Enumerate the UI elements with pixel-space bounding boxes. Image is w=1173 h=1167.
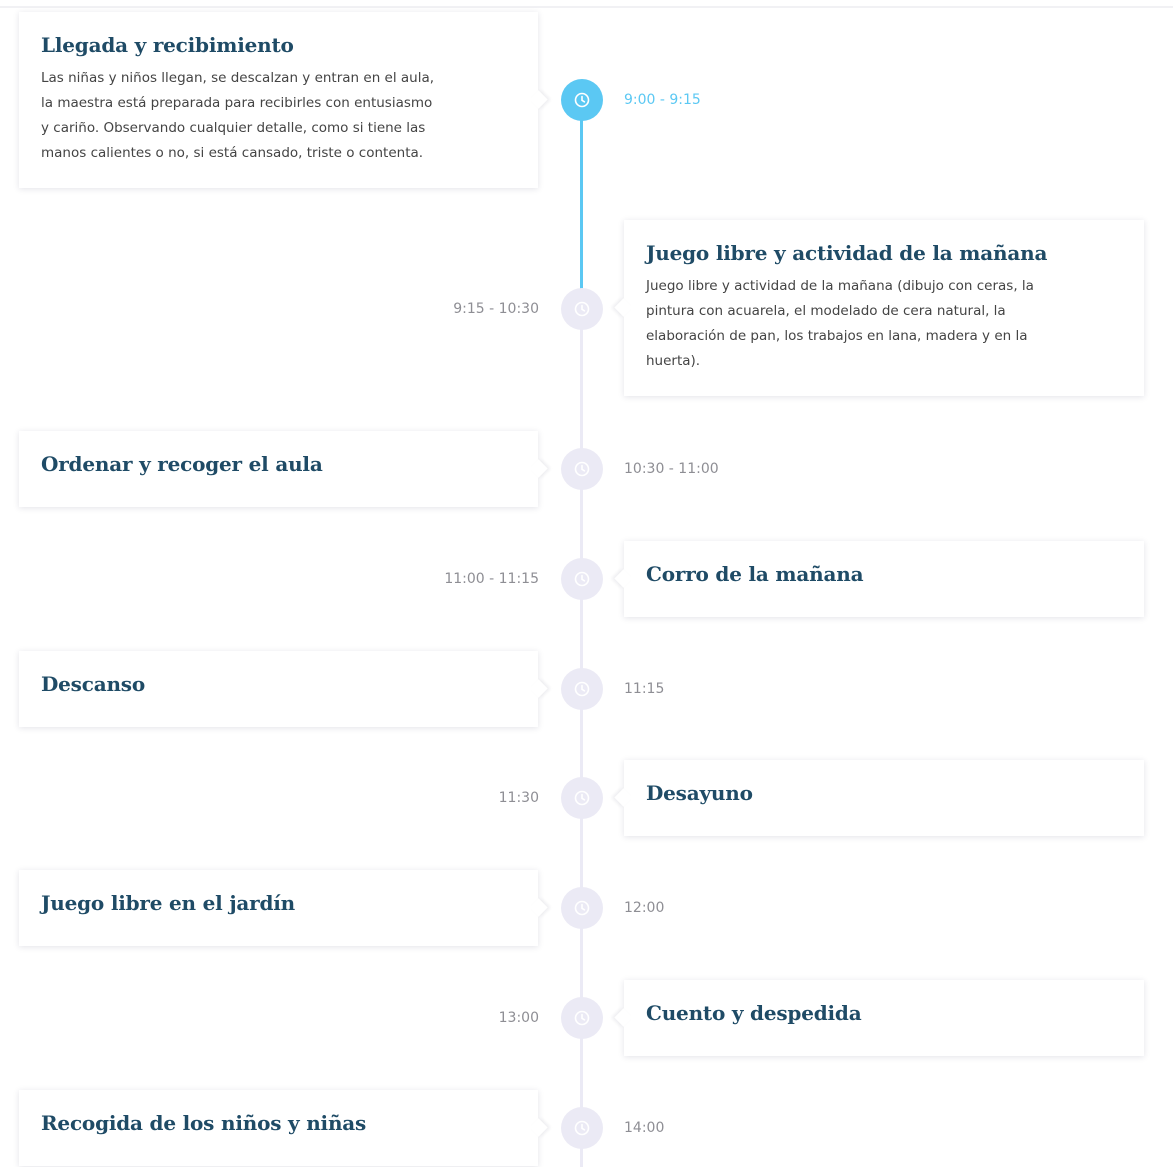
card-description-line: elaboración de pan, los trabajos en lana… [646, 328, 1028, 344]
clock-icon [574, 790, 590, 806]
timeline-card-jardin: Juego libre en el jardín [19, 870, 538, 946]
card-description-line: huerta). [646, 353, 701, 369]
clock-icon [574, 461, 590, 477]
timeline-time: 11:15 [624, 681, 665, 697]
timeline-card-desayuno: Desayuno [624, 760, 1144, 836]
timeline-card-descanso: Descanso [19, 651, 538, 727]
timeline-time: 12:00 [624, 900, 665, 916]
clock-icon [574, 571, 590, 587]
card-title: Juego libre en el jardín [41, 891, 295, 915]
timeline-time: 11:30 [498, 790, 539, 806]
timeline-marker [561, 997, 603, 1039]
card-description-line: y cariño. Observando cualquier detalle, … [41, 120, 426, 136]
timeline-time: 9:00 - 9:15 [624, 92, 701, 108]
card-title: Juego libre y actividad de la mañana [646, 241, 1048, 265]
timeline-marker [561, 1107, 603, 1149]
timeline-time: 13:00 [498, 1010, 539, 1026]
card-title: Cuento y despedida [646, 1001, 862, 1025]
timeline-marker [561, 668, 603, 710]
card-description: Las niñas y niños llegan, se descalzan y… [41, 66, 516, 166]
clock-icon [574, 1120, 590, 1136]
timeline-marker [561, 288, 603, 330]
timeline-card-llegada: Llegada y recibimiento Las niñas y niños… [19, 12, 538, 188]
card-title: Recogida de los niños y niñas [41, 1111, 367, 1135]
daily-schedule-timeline: Llegada y recibimiento Las niñas y niños… [0, 0, 1173, 1167]
card-title: Llegada y recibimiento [41, 33, 294, 57]
card-title: Desayuno [646, 781, 753, 805]
card-description: Juego libre y actividad de la mañana (di… [646, 274, 1122, 374]
timeline-card-juego-libre-manana: Juego libre y actividad de la mañana Jue… [624, 220, 1144, 396]
timeline-time: 9:15 - 10:30 [453, 301, 539, 317]
timeline-progress-bar [580, 100, 583, 313]
clock-icon [574, 301, 590, 317]
card-title: Descanso [41, 672, 146, 696]
clock-icon [574, 1010, 590, 1026]
card-description-line: manos calientes o no, si está cansado, t… [41, 145, 424, 161]
card-description-line: la maestra está preparada para recibirle… [41, 95, 433, 111]
card-title: Corro de la mañana [646, 562, 864, 586]
timeline-time: 10:30 - 11:00 [624, 461, 719, 477]
timeline-card-corro: Corro de la mañana [624, 541, 1144, 617]
timeline-marker [561, 448, 603, 490]
clock-icon [574, 92, 590, 108]
timeline-marker [561, 887, 603, 929]
card-description-line: Juego libre y actividad de la mañana (di… [646, 278, 1034, 294]
timeline-marker [561, 558, 603, 600]
card-title: Ordenar y recoger el aula [41, 452, 323, 476]
timeline-time: 14:00 [624, 1120, 665, 1136]
timeline-card-cuento: Cuento y despedida [624, 980, 1144, 1056]
card-description-line: Las niñas y niños llegan, se descalzan y… [41, 70, 435, 86]
clock-icon [574, 900, 590, 916]
clock-icon [574, 681, 590, 697]
timeline-card-recogida: Recogida de los niños y niñas [19, 1090, 538, 1166]
card-description-line: pintura con acuarela, el modelado de cer… [646, 303, 1006, 319]
timeline-card-ordenar: Ordenar y recoger el aula [19, 431, 538, 507]
timeline-marker [561, 777, 603, 819]
timeline-marker [561, 79, 603, 121]
timeline-time: 11:00 - 11:15 [444, 571, 539, 587]
